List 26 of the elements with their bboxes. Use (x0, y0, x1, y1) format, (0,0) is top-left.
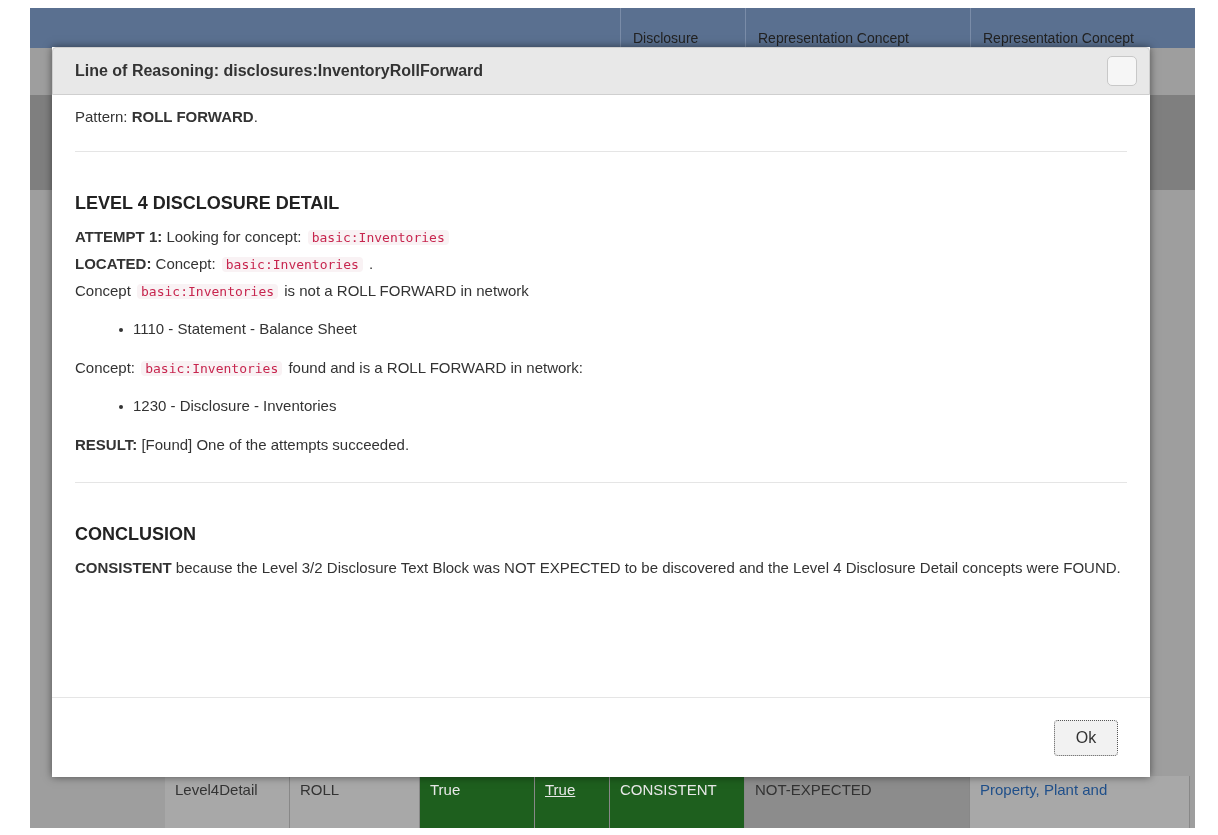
network-item: 1110 - Statement - Balance Sheet (133, 319, 357, 339)
close-button[interactable] (1107, 56, 1137, 86)
table-cell: CONSISTENT (610, 776, 745, 828)
table-cell: NOT-EXPECTED (745, 776, 970, 828)
network-item: 1230 - Disclosure - Inventories (133, 396, 337, 416)
bullet-icon (119, 405, 123, 409)
dialog-title: Line of Reasoning: disclosures:InventoryRollForward (75, 61, 484, 81)
reasoning-text: LOCATED: Concept: basic:Inventories . (75, 254, 375, 274)
ok-button[interactable]: Ok (1054, 719, 1118, 756)
bullet-icon (119, 328, 123, 332)
table-cell: True (420, 776, 535, 828)
section-heading: LEVEL 4 DISCLOSURE DETAIL (75, 192, 341, 214)
table-cell: Level4Detail (165, 776, 290, 828)
table-cell: True (535, 776, 610, 828)
column-heading: Representation Concept (758, 30, 910, 46)
reasoning-text: Concept basic:Inventories is not a ROLL FORWARD in network (75, 281, 530, 301)
reasoning-text: Concept: basic:Inventories found and is a ROLL FORWARD in network: (75, 358, 584, 378)
pattern-text: Pattern: ROLL FORWARD. (75, 107, 259, 127)
reasoning-text: ATTEMPT 1: Looking for concept: basic:Inventories (75, 224, 1127, 251)
column-heading: Disclosure (633, 30, 700, 46)
section-heading: CONCLUSION (75, 523, 197, 545)
reasoning-text: CONSISTENT because the Level 3/2 Disclosure Text Block was NOT EXPECTED to be discovered and the Level 4 Disclosure Detail concepts were FOUND. (75, 558, 1122, 578)
column-heading: Representation Concept (983, 30, 1135, 46)
reasoning-text: RESULT: [Found] One of the attempts succeeded. (75, 435, 411, 455)
table-cell: Property, Plant and (970, 776, 1190, 828)
table-cell: ROLL (290, 776, 420, 828)
